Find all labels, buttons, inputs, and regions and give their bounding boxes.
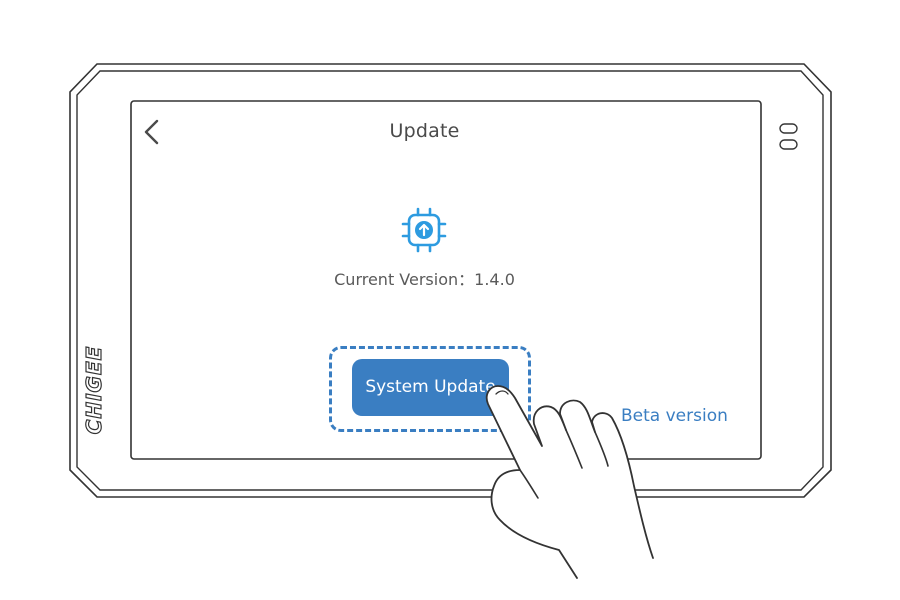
side-button-bottom bbox=[779, 139, 798, 150]
version-value: 1.4.0 bbox=[474, 270, 515, 289]
system-update-button[interactable]: System Update bbox=[352, 359, 509, 416]
update-screen: Update Current Version：1.4.0 System Upda… bbox=[131, 101, 761, 459]
brand-logo: CHIGEE bbox=[72, 340, 116, 440]
beta-version-link[interactable]: Beta version bbox=[621, 406, 728, 426]
device-illustration: CHIGEE Update Current Version：1.4.0 Syst… bbox=[0, 0, 900, 600]
current-version: Current Version：1.4.0 bbox=[131, 266, 718, 290]
version-label: Current Version bbox=[334, 270, 459, 289]
side-button-top bbox=[779, 123, 798, 134]
brand-logo-text: CHIGEE bbox=[81, 345, 106, 435]
page-title: Update bbox=[389, 120, 460, 142]
version-separator: ： bbox=[458, 270, 475, 289]
chip-upload-icon bbox=[401, 207, 447, 253]
